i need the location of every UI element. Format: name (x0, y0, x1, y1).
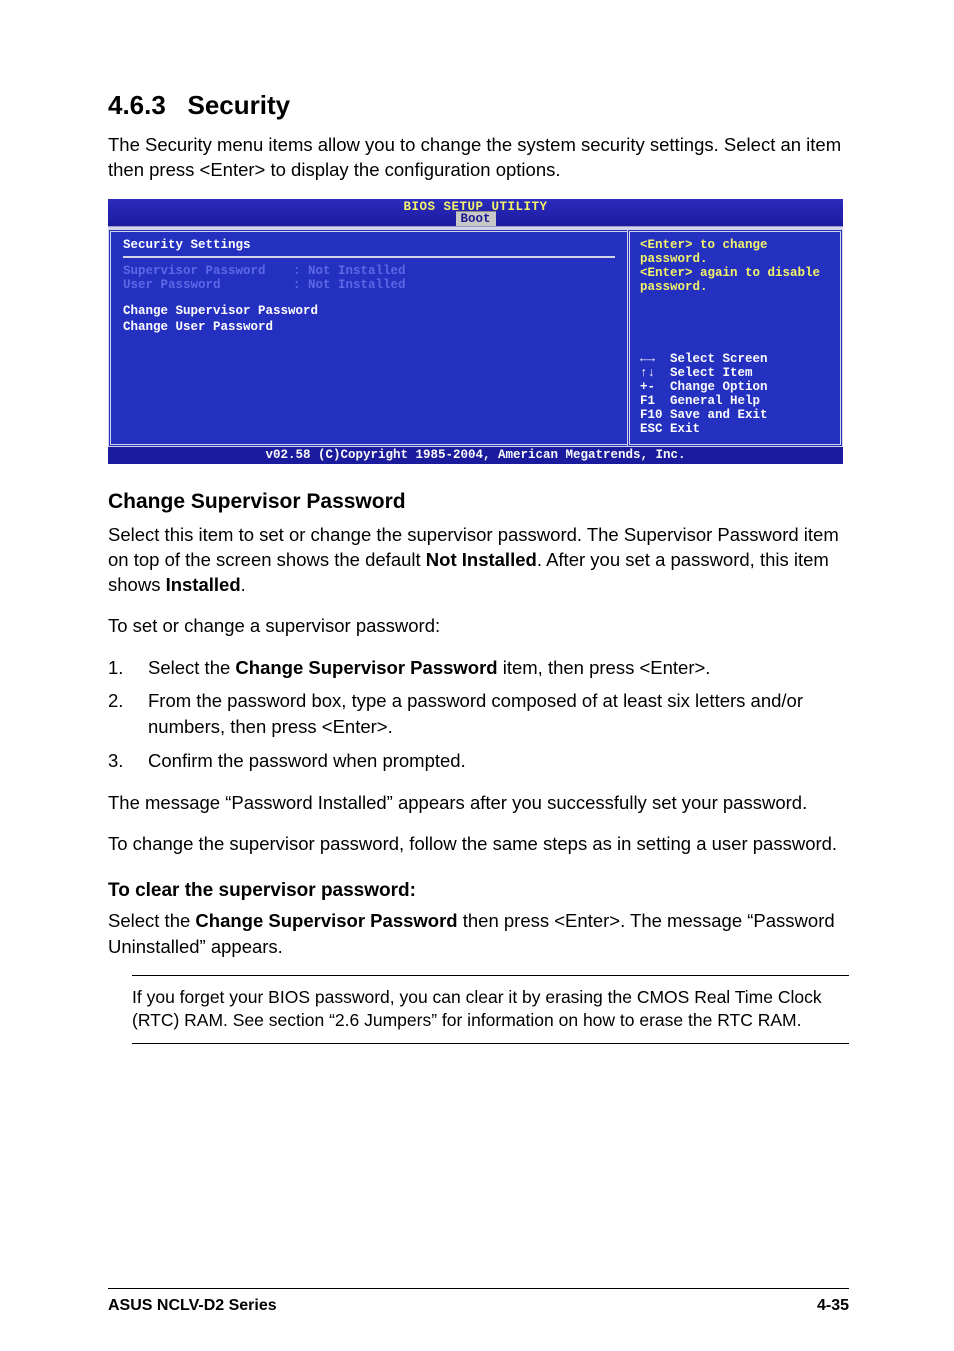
text-run: item, then press <Enter>. (498, 657, 711, 678)
step-number: 3. (108, 748, 148, 774)
subsection-heading: To clear the supervisor password: (108, 880, 849, 902)
note-callout: If you forget your BIOS password, you ca… (108, 975, 849, 1044)
intro-paragraph: The Security menu items allow you to cha… (108, 133, 849, 183)
step-text: Select the Change Supervisor Password it… (148, 655, 849, 681)
bios-divider (123, 256, 615, 258)
steps-list: 1. Select the Change Supervisor Password… (108, 655, 849, 775)
subsection-heading: Change Supervisor Password (108, 490, 849, 514)
paragraph: The message “Password Installed” appears… (108, 790, 849, 815)
bios-field-value: : Not Installed (293, 278, 406, 292)
note-rule (132, 1043, 849, 1044)
bios-panel-title: Security Settings (123, 238, 615, 252)
bios-field-label: Supervisor Password (123, 264, 293, 278)
text-run: . (241, 574, 246, 595)
bold-text: Installed (166, 574, 241, 595)
footer-right: 4-35 (817, 1297, 849, 1315)
bios-help-context: <Enter> to change password. <Enter> agai… (640, 238, 830, 294)
bios-screenshot: BIOS SETUP UTILITY Boot Security Setting… (108, 199, 843, 464)
paragraph: To set or change a supervisor password: (108, 613, 849, 638)
step-number: 2. (108, 688, 148, 740)
section-heading: 4.6.3 Security (108, 90, 849, 121)
bios-left-panel: Security Settings Supervisor Password : … (108, 229, 627, 447)
section-title: Security (188, 90, 291, 120)
bold-text: Change Supervisor Password (195, 910, 457, 931)
paragraph: Select the Change Supervisor Password th… (108, 908, 849, 958)
footer-left: ASUS NCLV-D2 Series (108, 1297, 277, 1315)
bios-header: BIOS SETUP UTILITY Boot (108, 199, 843, 227)
text-run: Select the (108, 910, 195, 931)
bios-field-row: Supervisor Password : Not Installed (123, 264, 615, 278)
step-item: 2. From the password box, type a passwor… (108, 688, 849, 740)
step-text: Confirm the password when prompted. (148, 748, 849, 774)
bios-help-keys: ←→ Select Screen ↑↓ Select Item +- Chang… (640, 352, 830, 436)
page-footer: ASUS NCLV-D2 Series 4-35 (108, 1288, 849, 1315)
note-text: If you forget your BIOS password, you ca… (132, 986, 849, 1033)
step-text: From the password box, type a password c… (148, 688, 849, 740)
step-item: 1. Select the Change Supervisor Password… (108, 655, 849, 681)
note-body: If you forget your BIOS password, you ca… (132, 975, 849, 1044)
paragraph: Select this item to set or change the su… (108, 522, 849, 597)
bios-field-row: User Password : Not Installed (123, 278, 615, 292)
bios-active-tab[interactable]: Boot (455, 211, 495, 226)
bios-copyright: v02.58 (C)Copyright 1985-2004, American … (108, 447, 843, 464)
bios-menu-item[interactable]: Change Supervisor Password (123, 304, 615, 318)
bios-field-label: User Password (123, 278, 293, 292)
paragraph: To change the supervisor password, follo… (108, 831, 849, 856)
bold-text: Change Supervisor Password (235, 657, 497, 678)
bios-help-panel: <Enter> to change password. <Enter> agai… (627, 229, 843, 447)
section-number: 4.6.3 (108, 90, 166, 120)
bios-body: Security Settings Supervisor Password : … (108, 227, 843, 447)
step-item: 3. Confirm the password when prompted. (108, 748, 849, 774)
bios-field-value: : Not Installed (293, 264, 406, 278)
bold-text: Not Installed (426, 549, 537, 570)
bios-menu-item[interactable]: Change User Password (123, 320, 615, 334)
step-number: 1. (108, 655, 148, 681)
text-run: Select the (148, 657, 235, 678)
note-rule (132, 975, 849, 976)
